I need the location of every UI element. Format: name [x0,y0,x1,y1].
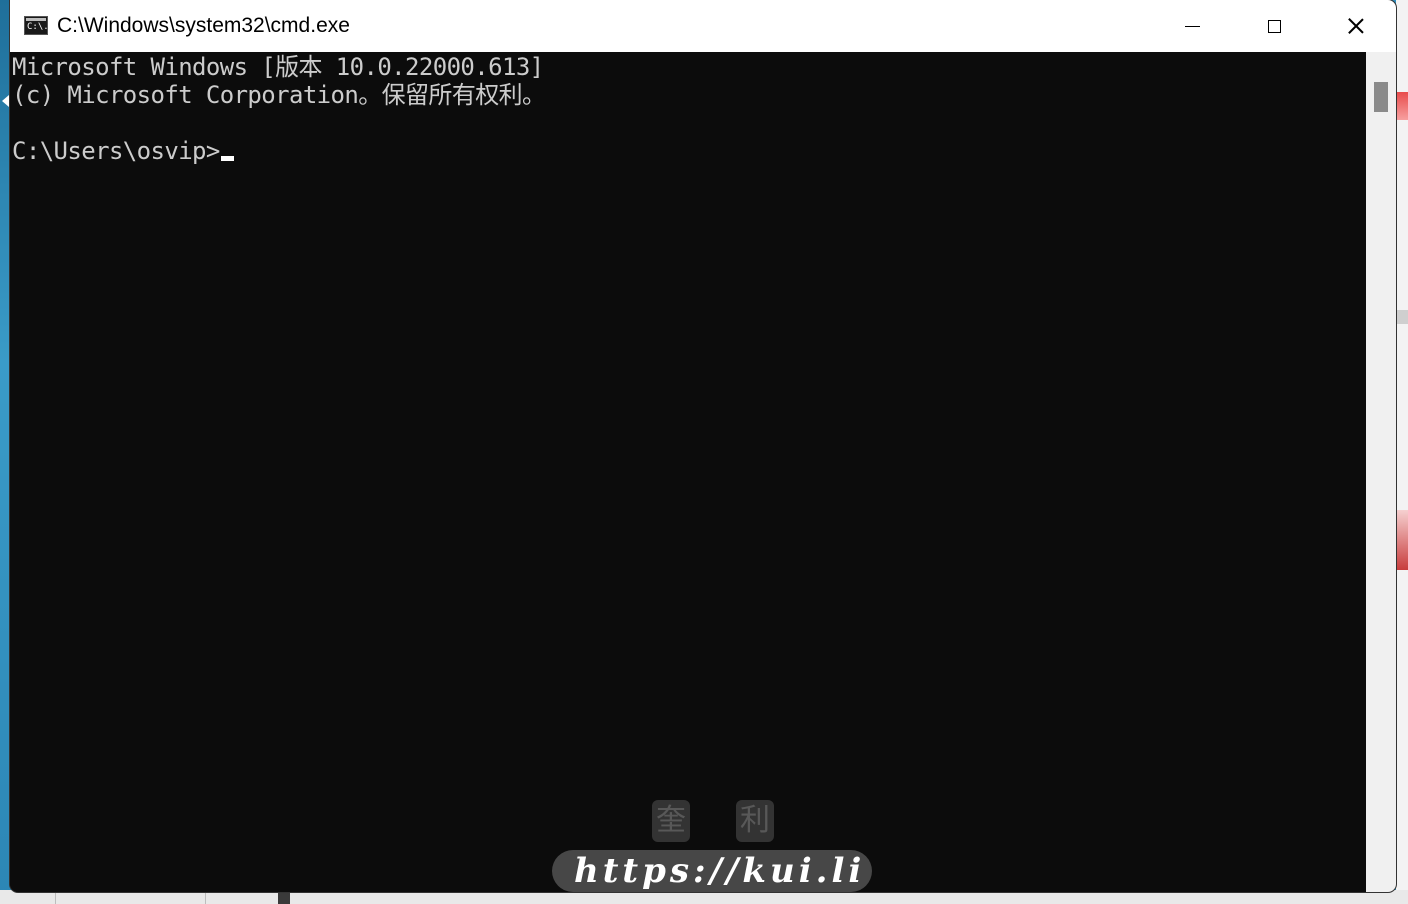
watermark: 奎 利 https://kui.li [550,800,880,892]
title-bar[interactable]: C:\. C:\Windows\system32\cmd.exe [10,0,1396,52]
command-prompt-icon[interactable]: C:\. [24,16,49,35]
background-window-strip [1396,310,1408,324]
maximize-icon [1267,19,1281,33]
console-line: Microsoft Windows [版本 10.0.22000.613] [12,53,544,81]
minimize-button[interactable] [1152,0,1232,52]
watermark-url: https://kui.li [574,851,866,891]
window-title: C:\Windows\system32\cmd.exe [57,14,350,37]
scrollbar-thumb[interactable] [1374,82,1388,112]
desktop-background-right [1396,0,1408,904]
close-button[interactable] [1316,0,1396,52]
prompt-text: C:\Users\osvip> [12,137,220,165]
watermark-seal: 利 [736,800,774,842]
command-prompt-line[interactable]: C:\Users\osvip> [12,137,234,165]
cmd-window[interactable]: C:\. C:\Windows\system32\cmd.exe Microso… [10,0,1396,892]
text-cursor [220,156,234,161]
background-window-strip [1396,510,1408,570]
console-output[interactable]: Microsoft Windows [版本 10.0.22000.613] (c… [10,52,1366,892]
vertical-scrollbar[interactable] [1366,52,1396,892]
background-window-strip [1396,92,1408,120]
taskbar-strip [0,890,1408,904]
desktop-background-left [0,0,10,904]
chevron-left-icon [2,95,9,107]
watermark-seal: 奎 [652,800,690,842]
minimize-icon [1184,25,1200,27]
maximize-button[interactable] [1234,0,1314,52]
watermark-url-pill: https://kui.li [552,850,872,892]
console-line: (c) Microsoft Corporation。保留所有权利。 [12,81,546,109]
close-icon [1348,18,1364,34]
